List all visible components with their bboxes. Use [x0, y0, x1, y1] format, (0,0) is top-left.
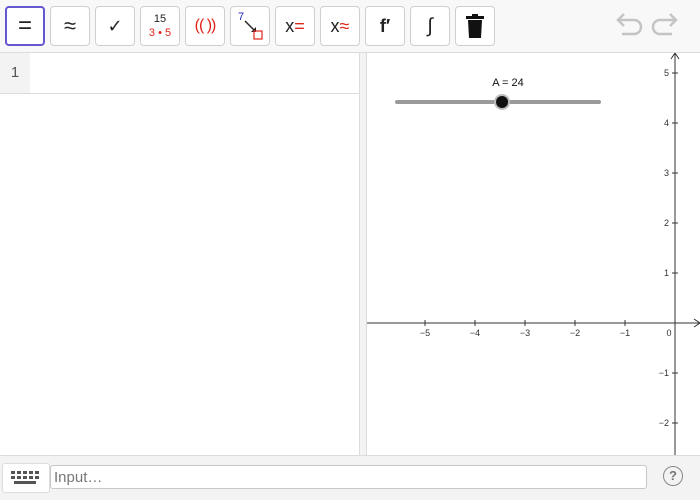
input-field[interactable] [50, 465, 647, 489]
factor-bottom-label: 3 • 5 [148, 27, 172, 39]
delete-button[interactable] [455, 6, 495, 46]
undo-button[interactable] [612, 12, 644, 45]
substitute-icon: 7 [235, 11, 265, 41]
view-splitter[interactable] [360, 53, 367, 455]
substitute-button[interactable]: 7 [230, 6, 270, 46]
keyboard-icon [11, 471, 39, 484]
derivative-label: f′ [379, 15, 391, 36]
row-input[interactable] [30, 53, 359, 93]
graphics-view[interactable]: −5 −4 −3 −2 −1 0 5 4 3 2 1 −1 −2 A = 24 [367, 52, 700, 455]
evaluate-button[interactable]: = [5, 6, 45, 46]
graphics-canvas[interactable]: −5 −4 −3 −2 −1 0 5 4 3 2 1 −1 −2 A = 24 [367, 52, 700, 455]
y-tick-label: 1 [664, 268, 669, 278]
y-tick-label: 4 [664, 118, 669, 128]
checkmark-icon: ✓ [107, 15, 123, 36]
cas-toolbar: = ≈ ✓ 15 3 • 5 (( )) 7 x= x≈ f′ ∫ [0, 0, 700, 53]
slider-knob[interactable] [496, 96, 509, 108]
keyboard-button[interactable] [2, 463, 50, 493]
x-tick-label: 0 [666, 328, 671, 338]
input-bar: ? [0, 455, 700, 500]
expand-label: (( )) [194, 17, 217, 34]
y-tick-label: −2 [659, 418, 669, 428]
trash-icon [466, 14, 484, 38]
factor-button[interactable]: 15 3 • 5 [140, 6, 180, 46]
x-tick-label: −2 [570, 328, 580, 338]
y-tick-label: 3 [664, 168, 669, 178]
expand-button[interactable]: (( )) [185, 6, 225, 46]
cas-row[interactable]: 1 [0, 53, 359, 94]
keep-input-button[interactable]: ✓ [95, 6, 135, 46]
y-tick-label: 2 [664, 218, 669, 228]
help-button[interactable]: ? [663, 466, 683, 486]
factor-top-label: 15 [153, 13, 167, 25]
solve-button[interactable]: x= [275, 6, 315, 46]
y-tick-label: 5 [664, 68, 669, 78]
solve-numerically-label: x≈ [330, 15, 350, 36]
numeric-label: ≈ [63, 13, 77, 38]
x-tick-label: −3 [520, 328, 530, 338]
integral-label: ∫ [427, 14, 433, 37]
y-tick-label: −1 [659, 368, 669, 378]
cas-view: 1 [0, 53, 360, 455]
undo-icon [616, 13, 643, 36]
derivative-button[interactable]: f′ [365, 6, 405, 46]
x-tick-label: −1 [620, 328, 630, 338]
x-tick-label: −5 [420, 328, 430, 338]
redo-button[interactable] [650, 12, 682, 45]
numeric-button[interactable]: ≈ [50, 6, 90, 46]
row-number[interactable]: 1 [0, 53, 30, 93]
solve-label: x= [285, 15, 305, 36]
solve-numerically-button[interactable]: x≈ [320, 6, 360, 46]
redo-icon [651, 13, 678, 36]
integral-button[interactable]: ∫ [410, 6, 450, 46]
slider-label: A = 24 [492, 77, 524, 89]
x-tick-label: −4 [470, 328, 480, 338]
evaluate-label: = [17, 12, 32, 39]
